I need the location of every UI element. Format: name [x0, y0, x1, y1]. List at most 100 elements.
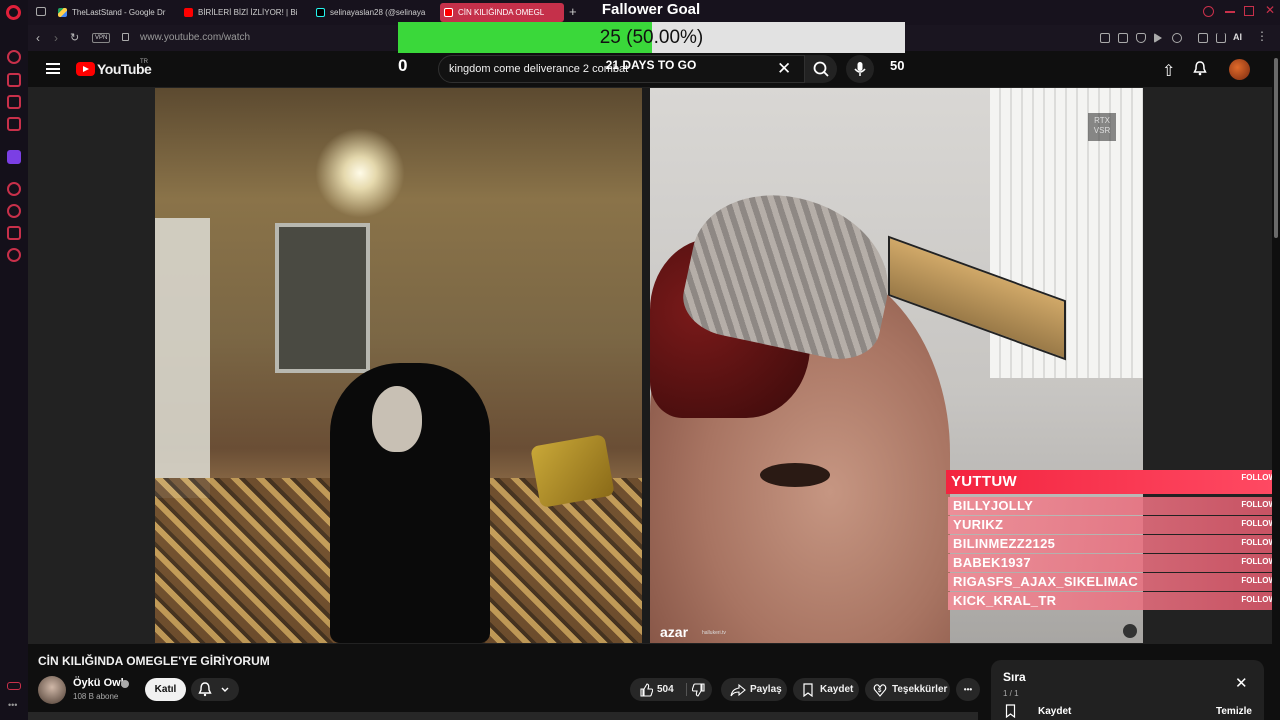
follow-label: FOLLOW — [1241, 557, 1276, 566]
youtube-icon — [444, 8, 453, 17]
tab-tiktok[interactable]: selinayaslan28 (@selinaya — [312, 3, 432, 22]
settings-gear-icon[interactable] — [7, 248, 21, 262]
notifications-bell-icon[interactable] — [1193, 61, 1207, 76]
aria-icon[interactable] — [7, 73, 21, 87]
goal-title: Fallower Goal — [601, 1, 701, 18]
video-title: CİN KILIĞINDA OMEGLE'YE GİRİYORUM — [38, 654, 270, 668]
gx-icon[interactable] — [7, 682, 21, 690]
share-button[interactable]: Paylaş — [721, 678, 787, 701]
tab-drive[interactable]: TheLastStand - Google Dr — [54, 3, 172, 22]
pillow — [530, 433, 615, 509]
thumbs-down-icon[interactable] — [692, 683, 706, 697]
heart-icon[interactable] — [1172, 33, 1182, 43]
follow-label: FOLLOW — [1241, 473, 1276, 482]
clear-search-icon[interactable]: ✕ — [777, 59, 791, 79]
opera-logo-icon[interactable] — [6, 5, 21, 20]
follower-name: RIGASFS_AJAX_SIKELIMAC — [953, 574, 1139, 589]
play-icon[interactable] — [1154, 33, 1162, 43]
queue-panel: Sıra 1 / 1 ✕ Kaydet Temizle — [991, 660, 1264, 720]
ai-button[interactable]: AI — [1233, 32, 1242, 42]
follow-row: YUTTUW FOLLOW — [946, 470, 1280, 494]
search-button[interactable] — [805, 55, 837, 83]
close-window-icon[interactable]: ✕ — [1265, 3, 1275, 17]
user-avatar[interactable] — [1229, 59, 1250, 80]
region-label: TR — [140, 59, 148, 65]
more-actions-button[interactable]: ••• — [956, 678, 980, 701]
thanks-label: Teşekkürler — [892, 684, 948, 695]
minimize-icon[interactable] — [1225, 11, 1235, 13]
follow-label: FOLLOW — [1241, 595, 1276, 604]
url-field[interactable]: www.youtube.com/watch — [140, 32, 250, 43]
search-tabs-icon[interactable] — [1203, 6, 1214, 17]
queue-save-button[interactable]: Kaydet — [1038, 706, 1071, 717]
google-drive-icon — [58, 8, 67, 17]
bookmark-page-icon[interactable] — [1118, 33, 1128, 43]
follow-label: FOLLOW — [1241, 576, 1276, 585]
microphone-icon — [854, 62, 866, 76]
follower-name: YURIKZ — [953, 517, 1004, 532]
play-circle-icon[interactable] — [7, 182, 21, 196]
account-icon[interactable] — [1198, 33, 1208, 43]
snapshot-icon[interactable] — [1100, 33, 1110, 43]
hamburger-menu-icon[interactable] — [46, 63, 60, 74]
tiktok-icon — [316, 8, 325, 17]
goal-start-value: 0 — [398, 56, 408, 75]
goal-progress-bar: 25 (50.00%) — [398, 22, 905, 53]
channel-avatar[interactable] — [38, 676, 66, 704]
rtx-vsr-badge: RTX VSR — [1088, 113, 1116, 141]
youtube-logo-icon[interactable] — [76, 62, 95, 76]
shield-icon[interactable] — [1136, 33, 1146, 43]
save-button[interactable]: Kaydet — [793, 678, 859, 701]
tab-label: TheLastStand - Google Dr — [72, 8, 166, 17]
notification-settings-button[interactable] — [191, 678, 239, 701]
follower-name: BILLYJOLLY — [953, 498, 1034, 513]
download-icon[interactable] — [1216, 33, 1226, 43]
description-box-edge — [28, 712, 978, 720]
save-label: Kaydet — [820, 684, 854, 695]
follower-name: KICK_KRAL_TR — [953, 593, 1057, 608]
divider — [686, 683, 687, 696]
follow-row: KICK_KRAL_TR FOLLOW — [948, 592, 1280, 610]
upload-icon[interactable]: ⇧ — [1162, 61, 1175, 81]
maximize-icon[interactable] — [1244, 6, 1254, 16]
lock-icon[interactable] — [122, 33, 129, 41]
cupboard — [155, 218, 210, 498]
join-button[interactable]: Katıl — [145, 678, 186, 701]
follow-row: YURIKZ FOLLOW — [948, 516, 1280, 534]
like-button[interactable]: 504 — [630, 678, 712, 701]
super-thanks-icon: $ — [873, 684, 887, 697]
tab-label: BİRİLERİ BİZİ İZLİYOR! | Bi — [198, 8, 298, 17]
reload-icon[interactable]: ↻ — [70, 31, 79, 45]
verified-icon — [121, 680, 129, 688]
queue-clear-button[interactable]: Temizle — [1216, 706, 1252, 717]
follow-alert-list: YUTTUW FOLLOW BILLYJOLLY FOLLOW YURIKZ F… — [946, 470, 1280, 610]
tab-menu-icon[interactable] — [36, 7, 46, 16]
scrollbar-thumb[interactable] — [1274, 58, 1278, 238]
extensions-icon[interactable] — [7, 226, 21, 240]
like-count: 504 — [657, 684, 674, 695]
twitch-icon[interactable] — [7, 150, 21, 164]
browser-sidebar: ••• — [0, 0, 28, 720]
svg-text:$: $ — [878, 688, 882, 694]
forward-icon[interactable]: › — [54, 31, 58, 45]
wallet-icon[interactable] — [7, 95, 21, 109]
history-icon[interactable] — [7, 204, 21, 218]
messenger-icon[interactable] — [7, 50, 21, 64]
follow-row: RIGASFS_AJAX_SIKELIMAC FOLLOW — [948, 573, 1280, 591]
thanks-button[interactable]: $ Teşekkürler — [865, 678, 950, 701]
bookmark-icon[interactable] — [1005, 704, 1016, 718]
voice-search-button[interactable] — [846, 55, 874, 83]
sidebar-more-icon[interactable]: ••• — [8, 700, 17, 710]
vpn-badge[interactable]: VPN — [92, 33, 111, 43]
follower-name: BABEK1937 — [953, 555, 1031, 570]
menu-icon[interactable]: ⋮ — [1256, 29, 1268, 43]
thumbs-up-icon — [640, 683, 653, 697]
goal-progress-text: 25 (50.00%) — [599, 27, 704, 48]
tab-youtube-1[interactable]: BİRİLERİ BİZİ İZLİYOR! | Bi — [180, 3, 304, 22]
queue-count: 1 / 1 — [1003, 689, 1019, 698]
back-icon[interactable]: ‹ — [36, 31, 40, 45]
player-icon[interactable] — [7, 117, 21, 131]
channel-name[interactable]: Öykü Owl — [73, 677, 124, 689]
tab-label: selinayaslan28 (@selinaya — [330, 8, 426, 17]
close-icon[interactable]: ✕ — [1235, 674, 1248, 692]
